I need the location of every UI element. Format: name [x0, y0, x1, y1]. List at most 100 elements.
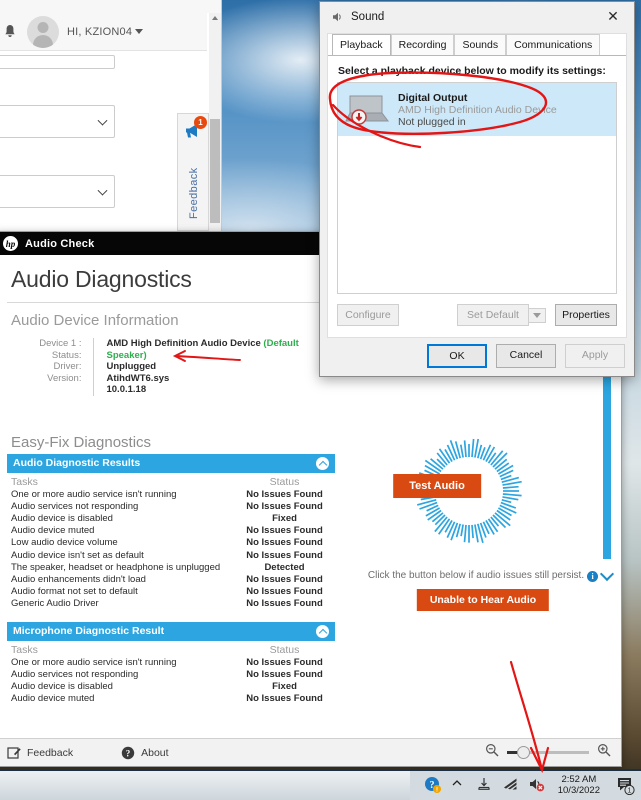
- show-hidden-icons-chevron[interactable]: [450, 776, 467, 793]
- notification-count-text: 1: [628, 787, 632, 794]
- chevron-down-icon: [135, 29, 144, 35]
- configure-button[interactable]: Configure: [337, 304, 399, 326]
- col-tasks: Tasks: [11, 643, 38, 656]
- browser-scrollbar[interactable]: [209, 13, 221, 233]
- svg-text:?: ?: [126, 748, 131, 758]
- notification-bell-icon[interactable]: [1, 23, 19, 41]
- tab-recording[interactable]: Recording: [390, 34, 455, 55]
- tab-sounds[interactable]: Sounds: [454, 34, 507, 55]
- close-icon[interactable]: ✕: [592, 2, 634, 30]
- notification-center-button[interactable]: 1: [613, 769, 637, 800]
- footer-feedback-label: Feedback: [27, 746, 74, 759]
- table-row: Audio services not responding No Issues F…: [5, 501, 337, 513]
- section-header-mic-results[interactable]: Microphone Diagnostic Result: [7, 621, 335, 641]
- device-info-labels: Device 1 : Status: Driver: Version:: [5, 338, 93, 396]
- table-row: Audio device muted No Issues Found: [5, 693, 337, 705]
- task-cell: Audio device muted: [11, 525, 95, 537]
- easyfix-heading: Easy-Fix Diagnostics: [11, 433, 152, 451]
- device-list-item-digital-output[interactable]: Digital Output AMD High Definition Audio…: [338, 83, 616, 136]
- table-row: Audio format not set to default No Issues…: [5, 586, 337, 598]
- task-cell: Audio device is disabled: [11, 512, 113, 524]
- device-driver: AtihdWT6.sys: [106, 372, 170, 384]
- table-row: Audio services not responding No Issues F…: [5, 669, 337, 681]
- form-select-2[interactable]: [0, 175, 115, 208]
- help-support-icon[interactable]: ?!: [424, 776, 441, 794]
- footer-feedback-button[interactable]: Feedback: [7, 746, 73, 760]
- zoom-in-icon[interactable]: [597, 743, 611, 762]
- device-info-block: Device 1 : Status: Driver: Version: AMD …: [5, 338, 337, 396]
- playback-device-list[interactable]: Digital Output AMD High Definition Audio…: [337, 82, 617, 294]
- chevron-up-icon[interactable]: [316, 456, 329, 470]
- question-circle-icon: ?: [121, 746, 135, 759]
- status-cell: No Issues Found: [246, 598, 323, 610]
- status-cell: No Issues Found: [246, 656, 323, 668]
- device-item-driver: AMD High Definition Audio Device: [398, 103, 557, 116]
- status-cell: No Issues Found: [246, 537, 323, 549]
- set-default-button[interactable]: Set Default: [457, 304, 529, 326]
- cancel-button[interactable]: Cancel: [496, 344, 556, 368]
- diagnostics-left-column: Audio Diagnostics Audio Device Informati…: [0, 255, 345, 738]
- form-select-1[interactable]: [0, 105, 115, 138]
- device-label-2: Driver:: [53, 361, 82, 372]
- system-tray: ?! 2:52 AM 10/3/2022 1: [424, 769, 641, 800]
- unable-to-hear-audio-button[interactable]: Unable to Hear Audio: [416, 589, 550, 611]
- table-row: One or more audio service isn't running N…: [5, 489, 337, 501]
- tab-playback[interactable]: Playback: [332, 34, 391, 55]
- sound-dialog-device-buttons: Configure Set Default Properties: [337, 304, 617, 326]
- clock-time: 2:52 AM: [561, 773, 597, 785]
- monitor-speaker-icon: [345, 93, 389, 127]
- apply-button[interactable]: Apply: [565, 344, 625, 368]
- col-tasks: Tasks: [11, 475, 38, 488]
- info-icon[interactable]: i: [587, 571, 599, 582]
- feedback-pencil-icon: [7, 746, 21, 759]
- windows-taskbar: ?! 2:52 AM 10/3/2022 1: [0, 769, 641, 800]
- sound-dialog-footer-buttons: OK Cancel Apply: [427, 344, 625, 368]
- scroll-up-arrow-icon[interactable]: [212, 16, 218, 20]
- set-default-dropdown-button[interactable]: [529, 307, 546, 323]
- zoom-slider-knob[interactable]: [517, 746, 530, 759]
- browser-toolbar-strip: [0, 0, 221, 13]
- onedrive-icon[interactable]: [476, 776, 493, 793]
- hp-window-footer: Feedback ? About: [0, 738, 621, 766]
- section-title: Microphone Diagnostic Result: [13, 625, 165, 638]
- chevron-up-icon[interactable]: [316, 624, 329, 638]
- device-info-heading: Audio Device Information: [11, 312, 179, 329]
- form-field-1[interactable]: [0, 55, 115, 69]
- page-title: Audio Diagnostics: [11, 266, 192, 292]
- col-status: Status: [269, 643, 300, 656]
- sound-dialog-titlebar[interactable]: Sound ✕: [320, 2, 634, 32]
- zoom-slider-fill: [507, 751, 517, 754]
- tab-communications[interactable]: Communications: [506, 34, 601, 55]
- svg-text:!: !: [436, 788, 438, 793]
- zoom-controls: [485, 743, 611, 762]
- wifi-icon[interactable]: [502, 776, 519, 793]
- test-audio-button[interactable]: Test Audio: [393, 474, 481, 498]
- account-menu[interactable]: HI, KZION04: [67, 25, 144, 38]
- browser-window: HI, KZION04 1 Feedback: [0, 0, 222, 234]
- speaker-icon: [329, 10, 343, 24]
- microphone-diagnostic-results-table: Tasks Status One or more audio service i…: [5, 642, 337, 706]
- task-cell: Audio enhancements didn't load: [11, 573, 146, 585]
- taskbar-clock[interactable]: 2:52 AM 10/3/2022: [558, 774, 600, 796]
- section-header-audio-results[interactable]: Audio Diagnostic Results: [7, 453, 335, 473]
- avatar[interactable]: [27, 15, 59, 48]
- clock-date: 10/3/2022: [557, 784, 600, 796]
- persist-text: Click the button below if audio issues s…: [367, 570, 585, 581]
- device-name: AMD High Definition Audio Device: [106, 338, 261, 349]
- ok-button[interactable]: OK: [427, 344, 487, 368]
- hp-window-titlebar[interactable]: hp Audio Check: [0, 232, 323, 255]
- properties-button[interactable]: Properties: [555, 304, 617, 326]
- feedback-side-tab[interactable]: 1 Feedback: [177, 113, 209, 231]
- zoom-out-icon[interactable]: [485, 743, 499, 762]
- feedback-tab-label: Feedback: [188, 167, 200, 219]
- divider: [7, 302, 335, 303]
- device-label-3: Version:: [47, 372, 82, 384]
- footer-about-button[interactable]: ? About: [121, 746, 169, 760]
- scrollbar-thumb[interactable]: [210, 119, 220, 223]
- zoom-slider[interactable]: [507, 746, 589, 759]
- volume-muted-icon[interactable]: [528, 776, 545, 793]
- taskbar-left-panel: [0, 771, 410, 800]
- task-cell: Audio format not set to default: [11, 586, 138, 598]
- device-version: 10.0.1.18: [106, 384, 147, 395]
- account-name: HI, KZION04: [67, 25, 133, 38]
